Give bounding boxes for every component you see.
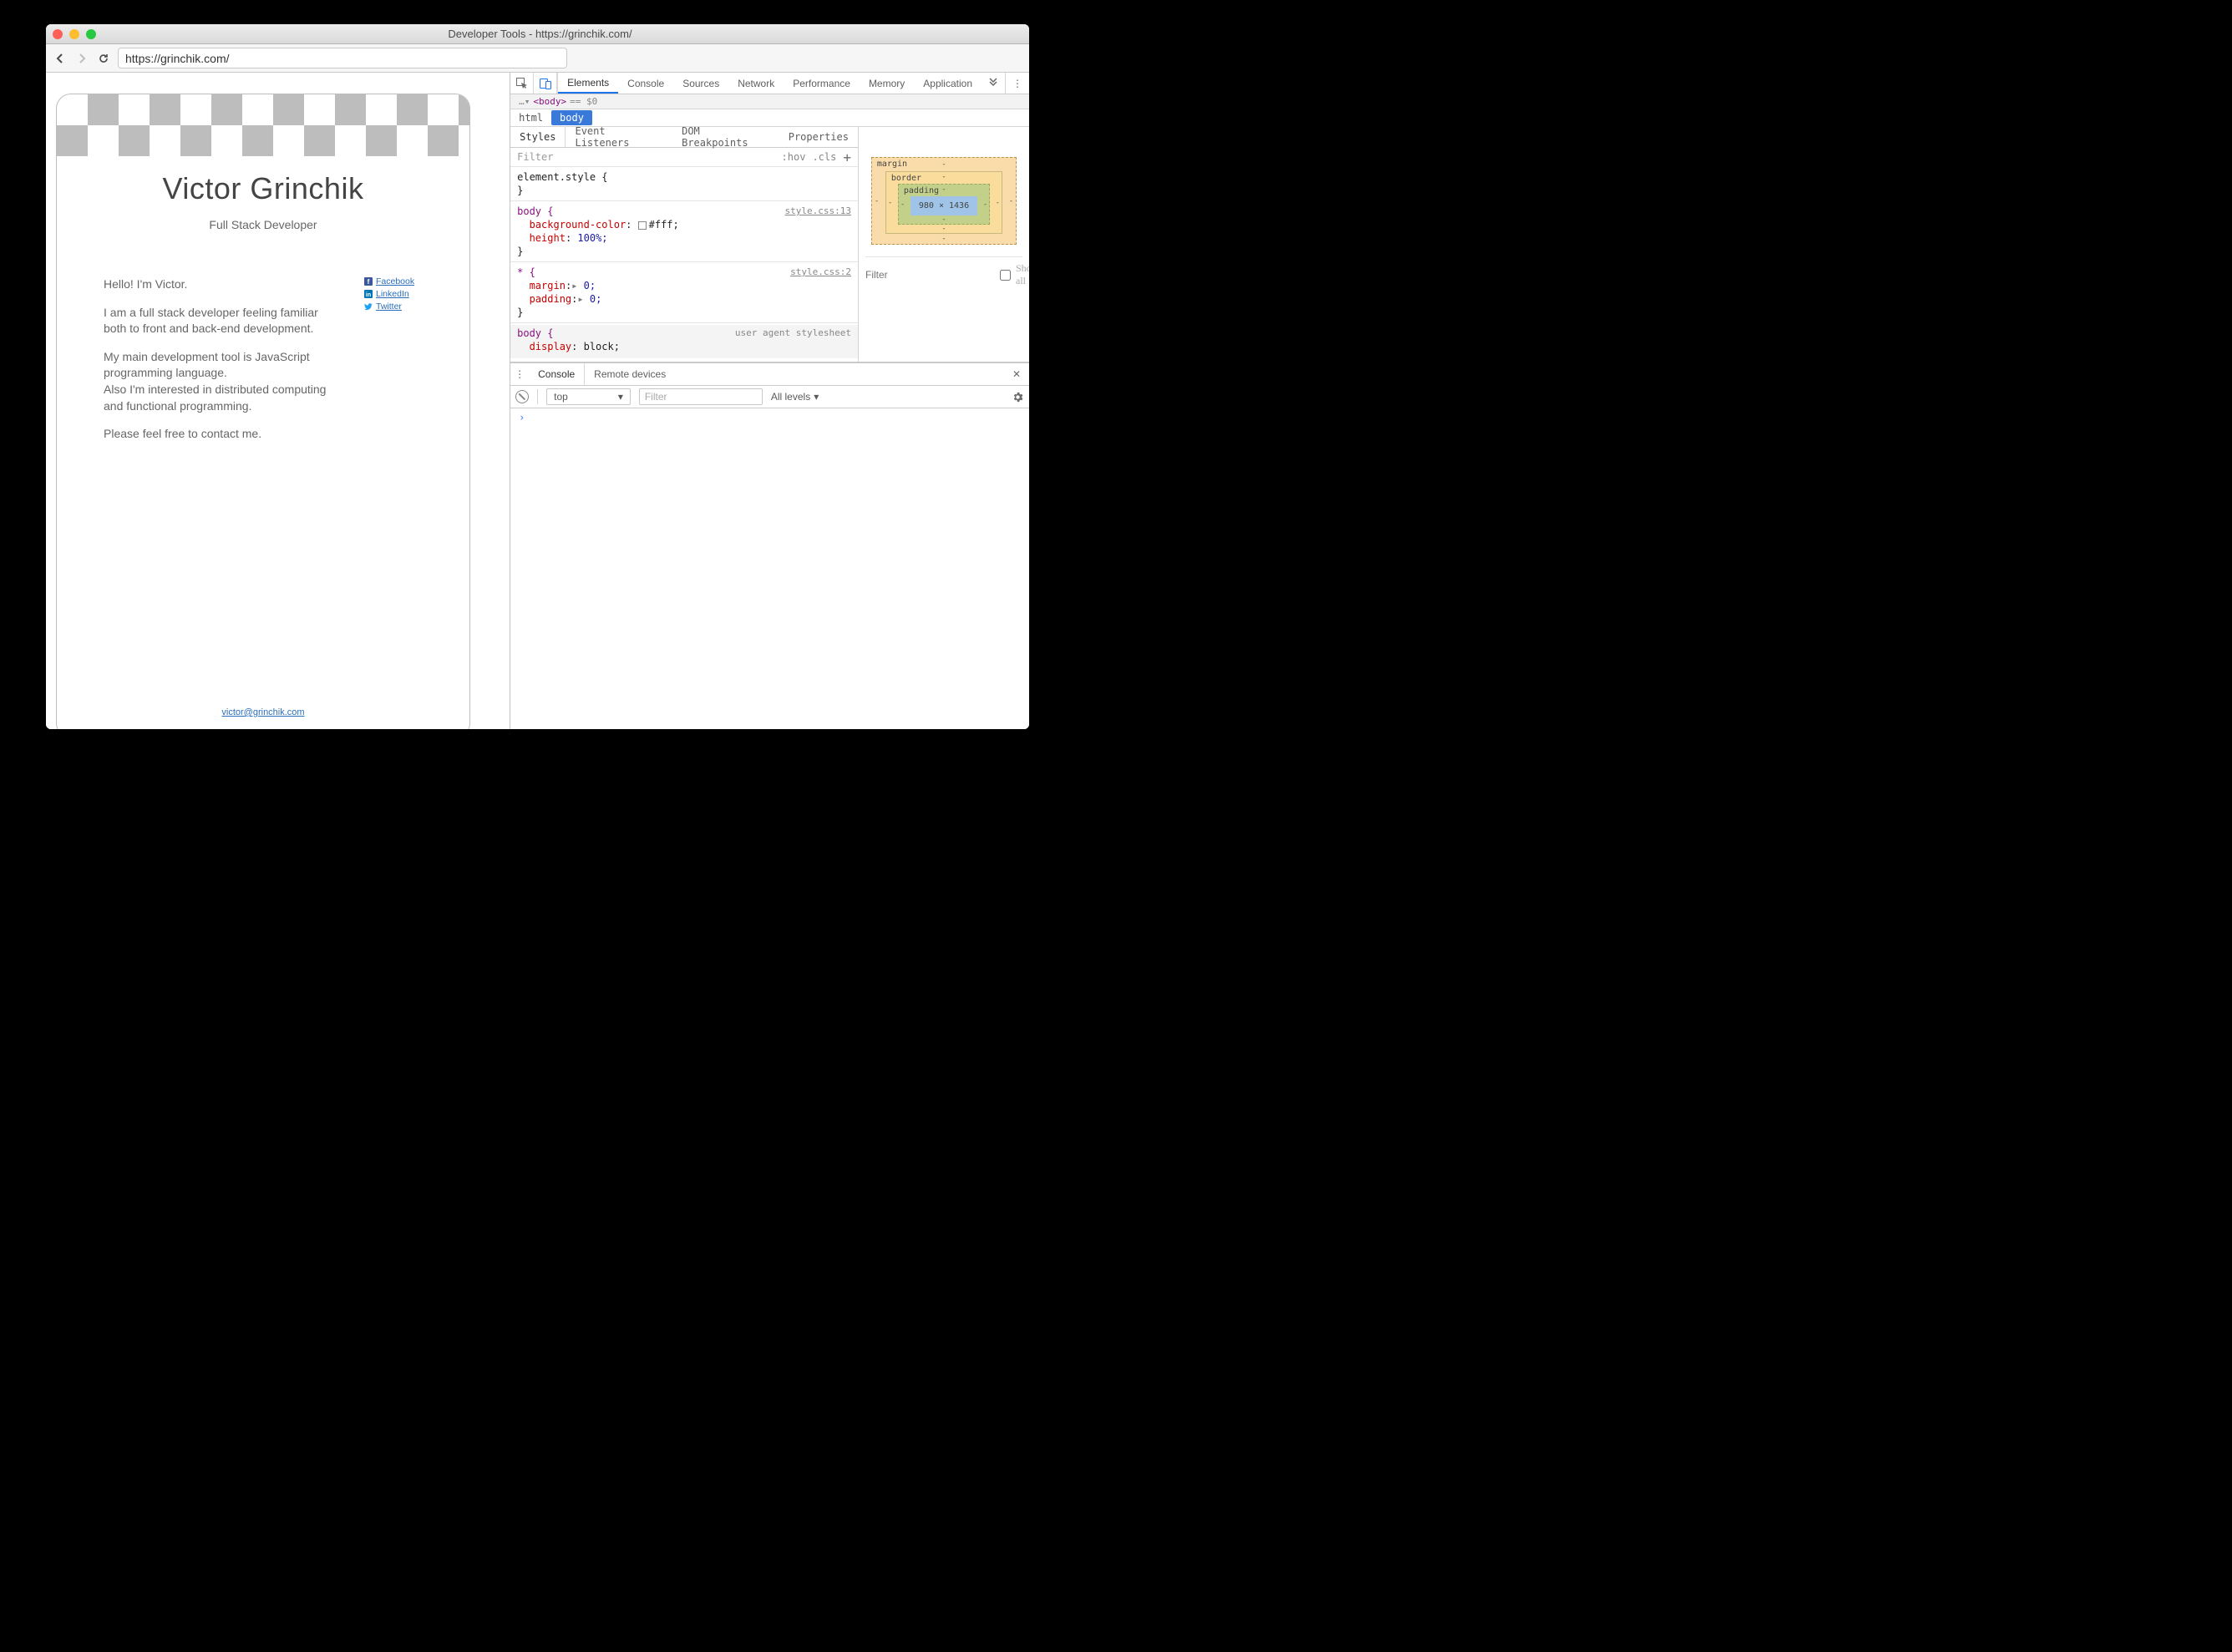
devtools-menu-button[interactable]: ⋮ [1006,73,1029,94]
minimize-window-button[interactable] [69,29,79,39]
box-model-padding[interactable]: padding ---- 980 × 1436 [898,184,990,225]
header-checker-pattern [57,94,469,156]
tabs-overflow-button[interactable] [982,73,1005,94]
window-traffic-lights [53,29,96,39]
computed-pane: margin ---- border ---- padding ---- 980… [858,127,1029,362]
window-titlebar: Developer Tools - https://grinchik.com/ [46,24,1029,44]
tab-application[interactable]: Application [914,73,982,94]
box-model-content[interactable]: 980 × 1436 [911,196,977,215]
execution-context-select[interactable]: top▾ [546,388,631,405]
reload-button[interactable] [96,51,111,66]
drawer-close-button[interactable]: ✕ [1004,368,1029,380]
page-footer: victor@grinchik.com [57,707,469,717]
devtools-window: Developer Tools - https://grinchik.com/ … [46,24,1029,729]
paragraph: Please feel free to contact me. [104,426,339,443]
page-viewport: Victor Grinchik Full Stack Developer Hel… [46,73,510,729]
rule-source-link[interactable]: style.css:13 [785,205,851,218]
breadcrumb-html[interactable]: html [510,110,551,125]
drawer-tab-remote-devices[interactable]: Remote devices [585,363,675,385]
dom-breadcrumb: html body [510,109,1029,127]
devtools-main-tabs: Elements Console Sources Network Perform… [510,73,1029,94]
computed-filter-input[interactable] [865,269,995,281]
styles-filter-row: Filter :hov .cls + [510,148,858,167]
twitter-link[interactable]: Twitter [376,302,402,312]
linkedin-link[interactable]: LinkedIn [376,289,409,299]
forward-button[interactable] [74,51,89,66]
zoom-window-button[interactable] [86,29,96,39]
drawer-tab-console[interactable]: Console [529,363,585,385]
console-drawer: ⋮ Console Remote devices ✕ top▾ Filter A… [510,362,1029,729]
paragraph: I am a full stack developer feeling fami… [104,305,339,337]
show-all-checkbox[interactable] [1000,270,1011,281]
svg-text:f: f [368,278,370,286]
tab-sources[interactable]: Sources [673,73,728,94]
linkedin-icon: in [364,290,373,298]
console-prompt: › [519,412,525,423]
new-style-rule-button[interactable]: + [843,149,851,165]
rule-source-link[interactable]: style.css:2 [790,266,851,279]
drawer-tabs: ⋮ Console Remote devices ✕ [510,363,1029,386]
box-model-border[interactable]: border ---- padding ---- 980 × 1436 [885,171,1002,234]
console-body[interactable]: › [510,408,1029,729]
breadcrumb-body[interactable]: body [551,110,592,125]
log-level-select[interactable]: All levels ▾ [771,391,819,403]
console-settings-button[interactable] [1012,391,1024,403]
paragraph: Hello! I'm Victor. [104,276,339,293]
social-links: f Facebook in LinkedIn Twitter [364,276,433,454]
styles-pane: Styles Event Listeners DOM Breakpoints P… [510,127,858,362]
show-all-label: Show all [1016,262,1029,287]
styles-filter-input[interactable]: Filter [517,151,553,163]
ua-stylesheet-label: user agent stylesheet [735,327,851,340]
console-filter-input[interactable]: Filter [639,388,763,405]
facebook-icon: f [364,277,373,286]
page-card: Victor Grinchik Full Stack Developer Hel… [56,94,470,729]
svg-text:in: in [366,292,371,298]
page-name: Victor Grinchik [57,171,469,206]
page-copy: Hello! I'm Victor. I am a full stack dev… [104,276,339,454]
close-window-button[interactable] [53,29,63,39]
device-toolbar-button[interactable] [534,73,557,94]
subtab-event-listeners[interactable]: Event Listeners [566,127,672,147]
address-bar[interactable]: https://grinchik.com/ [118,48,567,68]
twitter-icon [364,302,373,311]
page-subtitle: Full Stack Developer [57,218,469,231]
tab-network[interactable]: Network [728,73,784,94]
window-title: Developer Tools - https://grinchik.com/ [96,28,984,40]
console-toolbar: top▾ Filter All levels ▾ [510,386,1029,408]
tab-elements[interactable]: Elements [558,73,618,94]
cls-toggle[interactable]: .cls [812,151,836,163]
email-link[interactable]: victor@grinchik.com [221,707,304,717]
paragraph: My main development tool is JavaScript p… [104,349,339,414]
clear-console-button[interactable] [515,390,529,403]
drawer-menu-button[interactable]: ⋮ [510,368,529,380]
tab-console[interactable]: Console [618,73,673,94]
subtab-styles[interactable]: Styles [510,127,566,147]
back-button[interactable] [53,51,68,66]
styles-subtabs: Styles Event Listeners DOM Breakpoints P… [510,127,858,148]
subtab-properties[interactable]: Properties [779,127,858,147]
tab-memory[interactable]: Memory [860,73,914,94]
dom-selected-line[interactable]: …▾<body> == $0 [510,94,1029,109]
browser-toolbar: https://grinchik.com/ [46,44,1029,73]
facebook-link[interactable]: Facebook [376,276,414,286]
inspect-element-button[interactable] [510,73,534,94]
hover-toggle[interactable]: :hov [782,151,806,163]
css-rules[interactable]: element.style {} style.css:13 body { bac… [510,167,858,362]
subtab-dom-breakpoints[interactable]: DOM Breakpoints [672,127,779,147]
box-model-margin[interactable]: margin ---- border ---- padding ---- 980… [871,157,1017,245]
tab-performance[interactable]: Performance [784,73,860,94]
devtools-panel: Elements Console Sources Network Perform… [510,73,1029,729]
